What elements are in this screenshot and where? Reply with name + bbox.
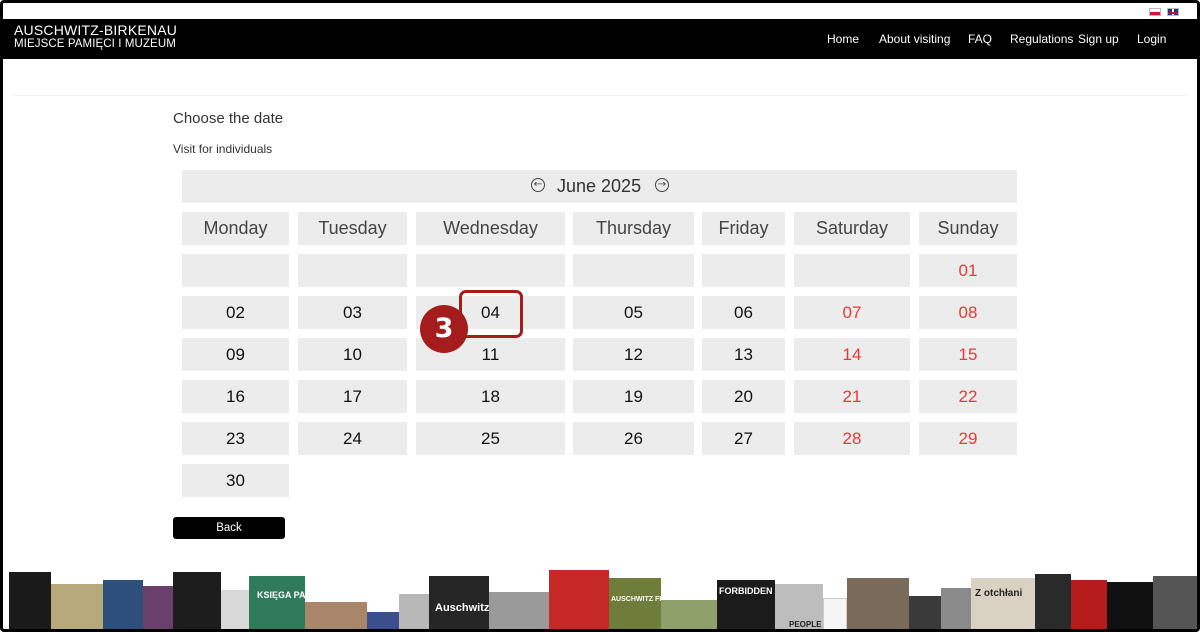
calendar-day[interactable]: 09	[182, 338, 289, 371]
previous-month-icon[interactable]: ←	[531, 178, 545, 192]
book-cover	[1071, 580, 1107, 629]
weekday-header-monday: Monday	[182, 212, 289, 245]
book-cover: PEOPLE	[775, 584, 823, 629]
calendar-day[interactable]: 25	[416, 422, 565, 455]
weekday-header-saturday: Saturday	[794, 212, 910, 245]
calendar-day[interactable]: 19	[573, 380, 694, 413]
brand-subtitle: MIEJSCE PAMIĘCI I MUZEUM	[14, 38, 176, 51]
content-divider	[13, 95, 1187, 96]
book-title: KSIĘGA PAMIĘCI	[257, 590, 331, 600]
nav-faq[interactable]: FAQ	[968, 19, 992, 59]
book-cover	[1153, 576, 1197, 629]
book-cover	[367, 612, 399, 629]
book-cover	[143, 586, 173, 629]
calendar-day[interactable]: 28	[794, 422, 910, 455]
calendar-day[interactable]: 12	[573, 338, 694, 371]
book-cover	[221, 590, 249, 629]
page-title: Choose the date	[173, 110, 284, 127]
book-cover: Z otchłani	[971, 578, 1035, 629]
calendar-empty-cell	[702, 254, 785, 287]
calendar-empty-cell	[573, 254, 694, 287]
book-cover	[305, 602, 367, 629]
month-navigation: ← June 2025 →	[182, 170, 1017, 203]
calendar-day[interactable]: 02	[182, 296, 289, 329]
calendar-empty-cell	[298, 254, 407, 287]
calendar-day[interactable]: 15	[919, 338, 1017, 371]
book-title: Z otchłani	[975, 588, 1023, 599]
calendar-empty-cell	[794, 254, 910, 287]
calendar-empty-cell	[416, 254, 565, 287]
book-covers-footer: KSIĘGA PAMIĘCI Auschwitz AUSCHWITZ FROM …	[3, 563, 1197, 629]
book-cover: AUSCHWITZ FROM A TO Z	[609, 578, 700, 629]
polish-flag-icon[interactable]	[1149, 8, 1161, 16]
book-title: PEOPLE	[789, 620, 822, 629]
calendar-day[interactable]: 14	[794, 338, 910, 371]
calendar-day[interactable]: 13	[702, 338, 785, 371]
nav-about-visiting[interactable]: About visiting	[879, 19, 950, 59]
weekday-header-friday: Friday	[702, 212, 785, 245]
calendar-day[interactable]: 27	[702, 422, 785, 455]
book-cover	[173, 572, 221, 629]
calendar-day[interactable]: 22	[919, 380, 1017, 413]
calendar-day[interactable]: 21	[794, 380, 910, 413]
calendar-day[interactable]: 20	[702, 380, 785, 413]
weekday-header-thursday: Thursday	[573, 212, 694, 245]
language-bar	[3, 3, 1197, 19]
next-month-icon[interactable]: →	[655, 178, 669, 192]
book-cover	[661, 600, 717, 629]
step-number-badge: 3	[420, 305, 468, 353]
calendar-day[interactable]: 17	[298, 380, 407, 413]
calendar-day[interactable]: 01	[919, 254, 1017, 287]
site-header: AUSCHWITZ-BIRKENAU MIEJSCE PAMIĘCI I MUZ…	[3, 19, 1197, 59]
nav-home[interactable]: Home	[827, 19, 859, 59]
book-cover	[51, 584, 103, 629]
page-subtitle: Visit for individuals	[173, 142, 273, 156]
month-label: June 2025	[557, 176, 642, 196]
weekday-header-sunday: Sunday	[919, 212, 1017, 245]
calendar-day[interactable]: 24	[298, 422, 407, 455]
calendar-day[interactable]: 29	[919, 422, 1017, 455]
book-cover	[9, 572, 51, 629]
site-logo[interactable]: AUSCHWITZ-BIRKENAU MIEJSCE PAMIĘCI I MUZ…	[14, 22, 178, 51]
nav-sign-up[interactable]: Sign up	[1078, 19, 1119, 59]
book-title: Auschwitz	[435, 602, 490, 614]
book-cover	[399, 594, 429, 629]
book-cover	[103, 580, 143, 629]
english-flag-icon[interactable]	[1167, 8, 1179, 16]
book-cover	[489, 592, 549, 629]
calendar-day[interactable]: 18	[416, 380, 565, 413]
calendar-day[interactable]: 10	[298, 338, 407, 371]
nav-regulations[interactable]: Regulations	[1010, 19, 1073, 59]
book-cover	[941, 588, 971, 629]
calendar-day[interactable]: 23	[182, 422, 289, 455]
back-button[interactable]: Back	[173, 517, 285, 539]
book-cover: FORBIDDEN ART	[717, 580, 793, 629]
brand-title: AUSCHWITZ-BIRKENAU	[14, 22, 178, 38]
book-cover	[847, 578, 909, 629]
calendar-day[interactable]: 06	[702, 296, 785, 329]
browser-frame: AUSCHWITZ-BIRKENAU MIEJSCE PAMIĘCI I MUZ…	[0, 0, 1200, 632]
book-cover	[549, 570, 609, 629]
weekday-header-wednesday: Wednesday	[416, 212, 565, 245]
calendar-day[interactable]: 03	[298, 296, 407, 329]
calendar-day[interactable]: 08	[919, 296, 1017, 329]
calendar-day[interactable]: 05	[573, 296, 694, 329]
nav-login[interactable]: Login	[1137, 19, 1166, 59]
calendar-day[interactable]: 26	[573, 422, 694, 455]
book-cover	[1035, 574, 1071, 629]
book-cover	[909, 596, 941, 629]
calendar-day[interactable]: 07	[794, 296, 910, 329]
book-cover: KSIĘGA PAMIĘCI	[249, 576, 331, 629]
calendar-empty-cell	[182, 254, 289, 287]
book-cover	[1107, 582, 1153, 629]
book-cover	[823, 598, 847, 629]
weekday-header-tuesday: Tuesday	[298, 212, 407, 245]
book-cover: Auschwitz	[429, 576, 490, 629]
calendar-day[interactable]: 16	[182, 380, 289, 413]
calendar-day[interactable]: 30	[182, 464, 289, 497]
selected-date-highlight	[459, 290, 523, 338]
